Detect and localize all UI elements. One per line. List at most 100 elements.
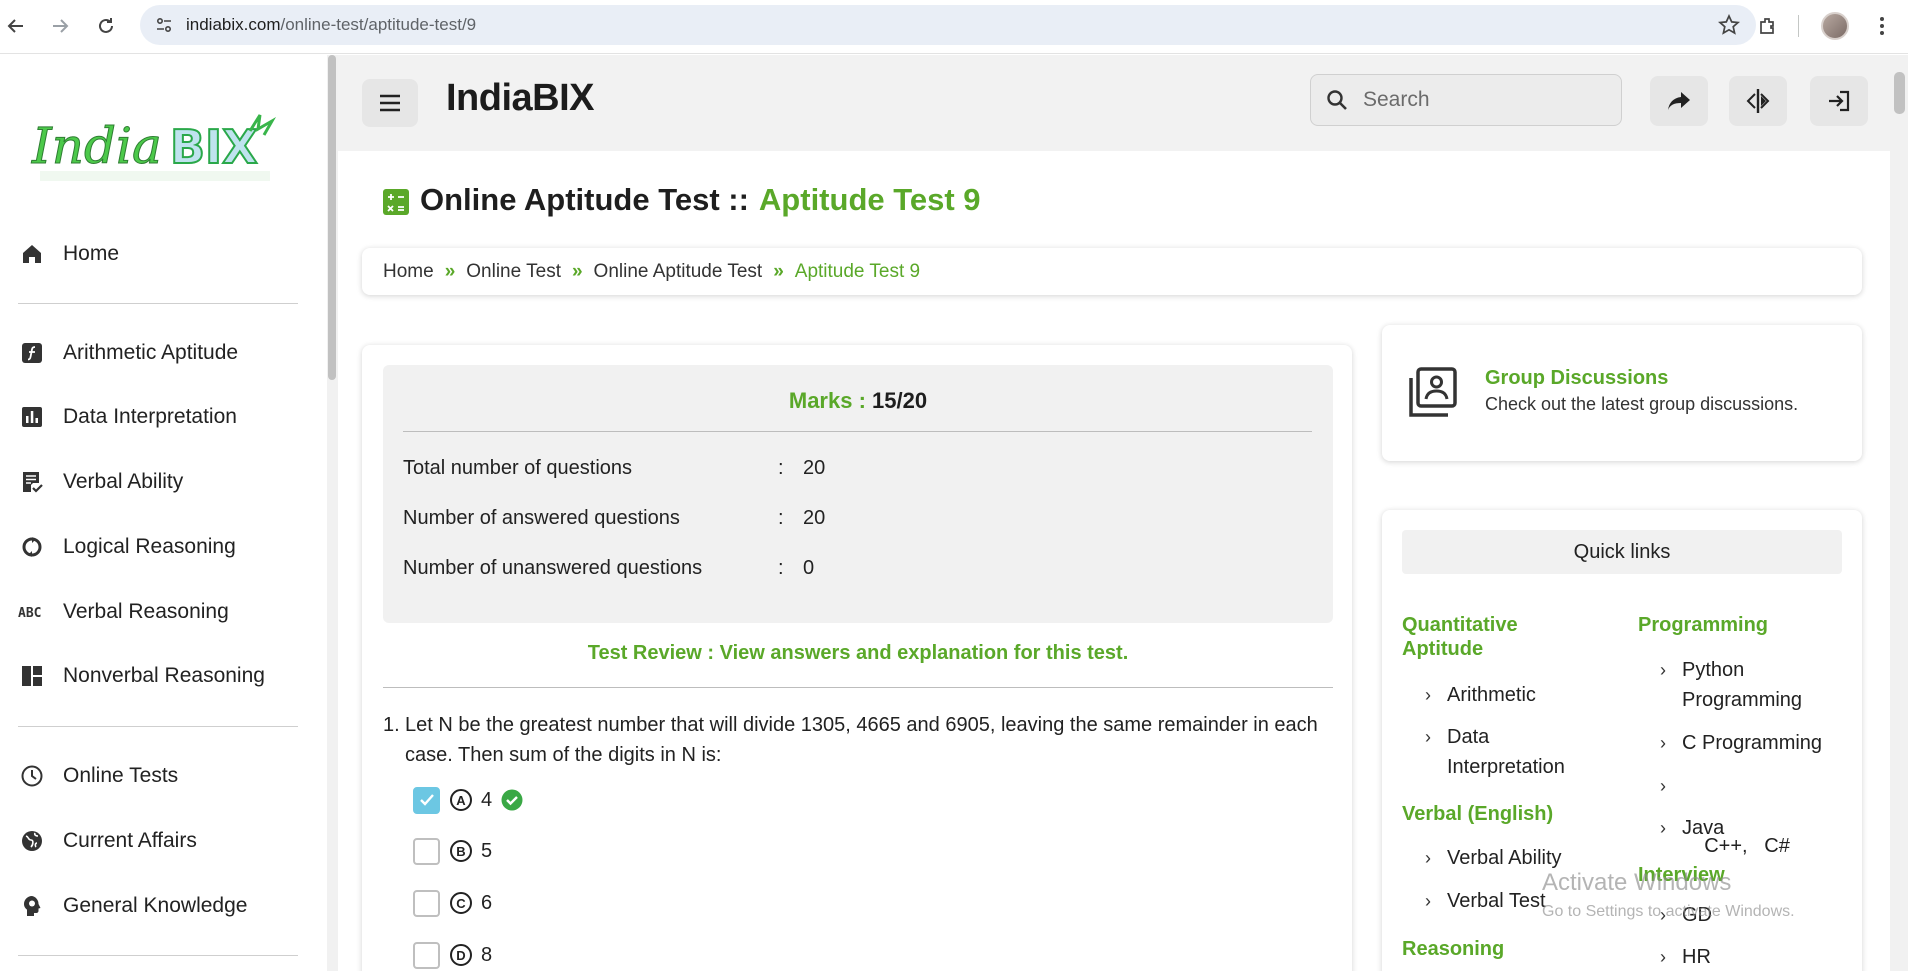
sidebar-item-current-affairs[interactable]: Current Affairs <box>18 821 298 861</box>
option-value: 5 <box>481 839 493 862</box>
site-info-icon[interactable] <box>144 5 184 45</box>
option-c[interactable]: C 6 <box>413 888 813 918</box>
forward-icon[interactable] <box>44 10 76 42</box>
page-title-prefix: Online Aptitude Test :: <box>420 182 749 217</box>
address-bar[interactable]: indiabix.com/online-test/aptitude-test/9 <box>140 5 1756 45</box>
option-checkbox[interactable] <box>413 889 440 917</box>
chevron-right-icon: › <box>1660 947 1666 967</box>
stat-label: Number of answered questions <box>403 507 680 529</box>
breadcrumb-online-test[interactable]: Online Test <box>466 261 561 283</box>
ql-link-arithmetic[interactable]: › Arithmetic <box>1425 680 1536 710</box>
share-button[interactable] <box>1650 76 1708 126</box>
page-scrollbar[interactable] <box>1890 55 1908 971</box>
chevron-right-icon: › <box>1660 818 1666 838</box>
ql-link-hr[interactable]: › HR <box>1660 942 1711 971</box>
option-value: 6 <box>481 891 493 914</box>
ql-link-java[interactable]: › Java <box>1660 813 1724 843</box>
ql-link-verbal-ability[interactable]: › Verbal Ability <box>1425 843 1562 873</box>
sidebar-item-verbal-ability[interactable]: Verbal Ability <box>18 462 298 502</box>
breadcrumb-online-aptitude-test[interactable]: Online Aptitude Test <box>594 261 763 283</box>
page-scrollbar-thumb[interactable] <box>1894 72 1905 114</box>
top-header: IndiaBIX <box>338 55 1890 151</box>
sidebar-divider <box>18 303 298 304</box>
sidebar-divider <box>18 726 298 727</box>
sidebar-divider <box>18 955 298 956</box>
marks-divider <box>403 431 1312 432</box>
search-input[interactable] <box>1363 88 1603 112</box>
site-brand[interactable]: IndiaBIX <box>446 77 595 120</box>
sidebar-item-label: General Knowledge <box>63 894 248 917</box>
sidebar-item-label: Logical Reasoning <box>63 535 236 558</box>
stat-colon: : <box>778 507 784 529</box>
sidebar-item-logical-reasoning[interactable]: Logical Reasoning <box>18 527 298 567</box>
ql-link-label: GD <box>1682 904 1712 926</box>
sidebar-item-verbal-reasoning[interactable]: ABC Verbal Reasoning <box>18 592 298 632</box>
group-discussion-icon <box>1406 366 1458 418</box>
indiabix-logo[interactable]: India BIX <box>30 101 285 201</box>
sidebar-item-label: Home <box>63 242 120 265</box>
page-title-accent: Aptitude Test 9 <box>758 182 981 217</box>
login-button[interactable] <box>1810 76 1868 126</box>
dashboard-icon <box>18 662 46 690</box>
search-box[interactable] <box>1310 74 1622 126</box>
ql-section-interview[interactable]: Interview <box>1638 863 1725 887</box>
extensions-icon[interactable] <box>1752 10 1784 42</box>
ql-link-label: Arithmetic <box>1447 684 1536 706</box>
test-review-link[interactable]: Test Review : View answers and explanati… <box>383 642 1333 665</box>
browser-menu-icon[interactable] <box>1866 10 1898 42</box>
option-d[interactable]: D 8 <box>413 940 813 970</box>
stat-colon: : <box>778 457 784 479</box>
breadcrumb-home[interactable]: Home <box>383 261 434 283</box>
ql-link-verbal-test[interactable]: › Verbal Test <box>1425 886 1546 916</box>
ql-section-verbal-english[interactable]: Verbal (English) <box>1402 802 1553 826</box>
home-icon <box>18 240 46 268</box>
bookmark-star-icon[interactable] <box>1717 13 1741 41</box>
ql-link-python-programming[interactable]: › Python Programming <box>1660 655 1832 715</box>
ql-link-data-interpretation[interactable]: › Data Interpretation <box>1425 722 1597 782</box>
option-checkbox[interactable] <box>413 941 440 969</box>
group-discussions-title[interactable]: Group Discussions <box>1485 367 1668 390</box>
sidebar-item-online-tests[interactable]: Online Tests <box>18 756 298 796</box>
back-icon[interactable] <box>0 10 32 42</box>
sidebar-scrollbar[interactable] <box>327 55 338 971</box>
cycle-icon <box>18 533 46 561</box>
sidebar-item-label: Current Affairs <box>63 829 197 852</box>
ql-section-programming[interactable]: Programming <box>1638 613 1768 637</box>
question-text: Let N be the greatest number that will d… <box>405 714 1318 766</box>
option-b[interactable]: B 5 <box>413 836 813 866</box>
option-checkbox-checked[interactable] <box>413 786 440 814</box>
sidebar-item-label: Verbal Reasoning <box>63 600 229 623</box>
breadcrumb-separator: » <box>773 260 784 282</box>
ql-link-gd[interactable]: › GD <box>1660 900 1712 930</box>
chevron-right-icon: › <box>1660 660 1666 680</box>
stat-label: Number of unanswered questions <box>403 557 703 579</box>
option-a[interactable]: A 4 <box>413 785 813 815</box>
sidebar-item-home[interactable]: Home <box>18 234 298 274</box>
svg-text:ABC: ABC <box>18 606 41 620</box>
sidebar-item-label: Data Interpretation <box>63 405 237 428</box>
sidebar-scrollbar-thumb[interactable] <box>328 55 336 380</box>
abc-icon: ABC <box>18 598 46 626</box>
toolbar-separator <box>1798 15 1799 37</box>
chevron-right-icon: › <box>1425 727 1431 747</box>
compare-button[interactable] <box>1729 76 1787 126</box>
sidebar-item-general-knowledge[interactable]: General Knowledge <box>18 886 298 926</box>
ql-section-reasoning[interactable]: Reasoning <box>1402 937 1504 961</box>
ql-section-quantitative-aptitude[interactable]: Quantitative Aptitude <box>1402 613 1562 661</box>
ql-link-c-programming[interactable]: › C Programming <box>1660 728 1823 758</box>
option-value: 8 <box>481 943 493 966</box>
stat-value: 0 <box>803 557 815 579</box>
option-letter: B <box>450 840 472 862</box>
ql-link-label: C Programming <box>1682 732 1823 754</box>
group-discussions-card[interactable]: Group Discussions Check out the latest g… <box>1382 325 1862 461</box>
reload-icon[interactable] <box>90 10 122 42</box>
option-checkbox[interactable] <box>413 837 440 865</box>
sidebar-item-arithmetic-aptitude[interactable]: Arithmetic Aptitude <box>18 333 298 373</box>
sidebar-item-label: Online Tests <box>63 764 179 787</box>
hamburger-menu-button[interactable] <box>362 79 418 127</box>
stat-value: 20 <box>803 507 826 529</box>
sidebar-item-nonverbal-reasoning[interactable]: Nonverbal Reasoning <box>18 656 298 696</box>
sidebar-item-data-interpretation[interactable]: Data Interpretation <box>18 397 298 437</box>
page-title: Online Aptitude Test :: Aptitude Test 9 <box>383 182 981 218</box>
profile-avatar[interactable] <box>1821 12 1849 40</box>
